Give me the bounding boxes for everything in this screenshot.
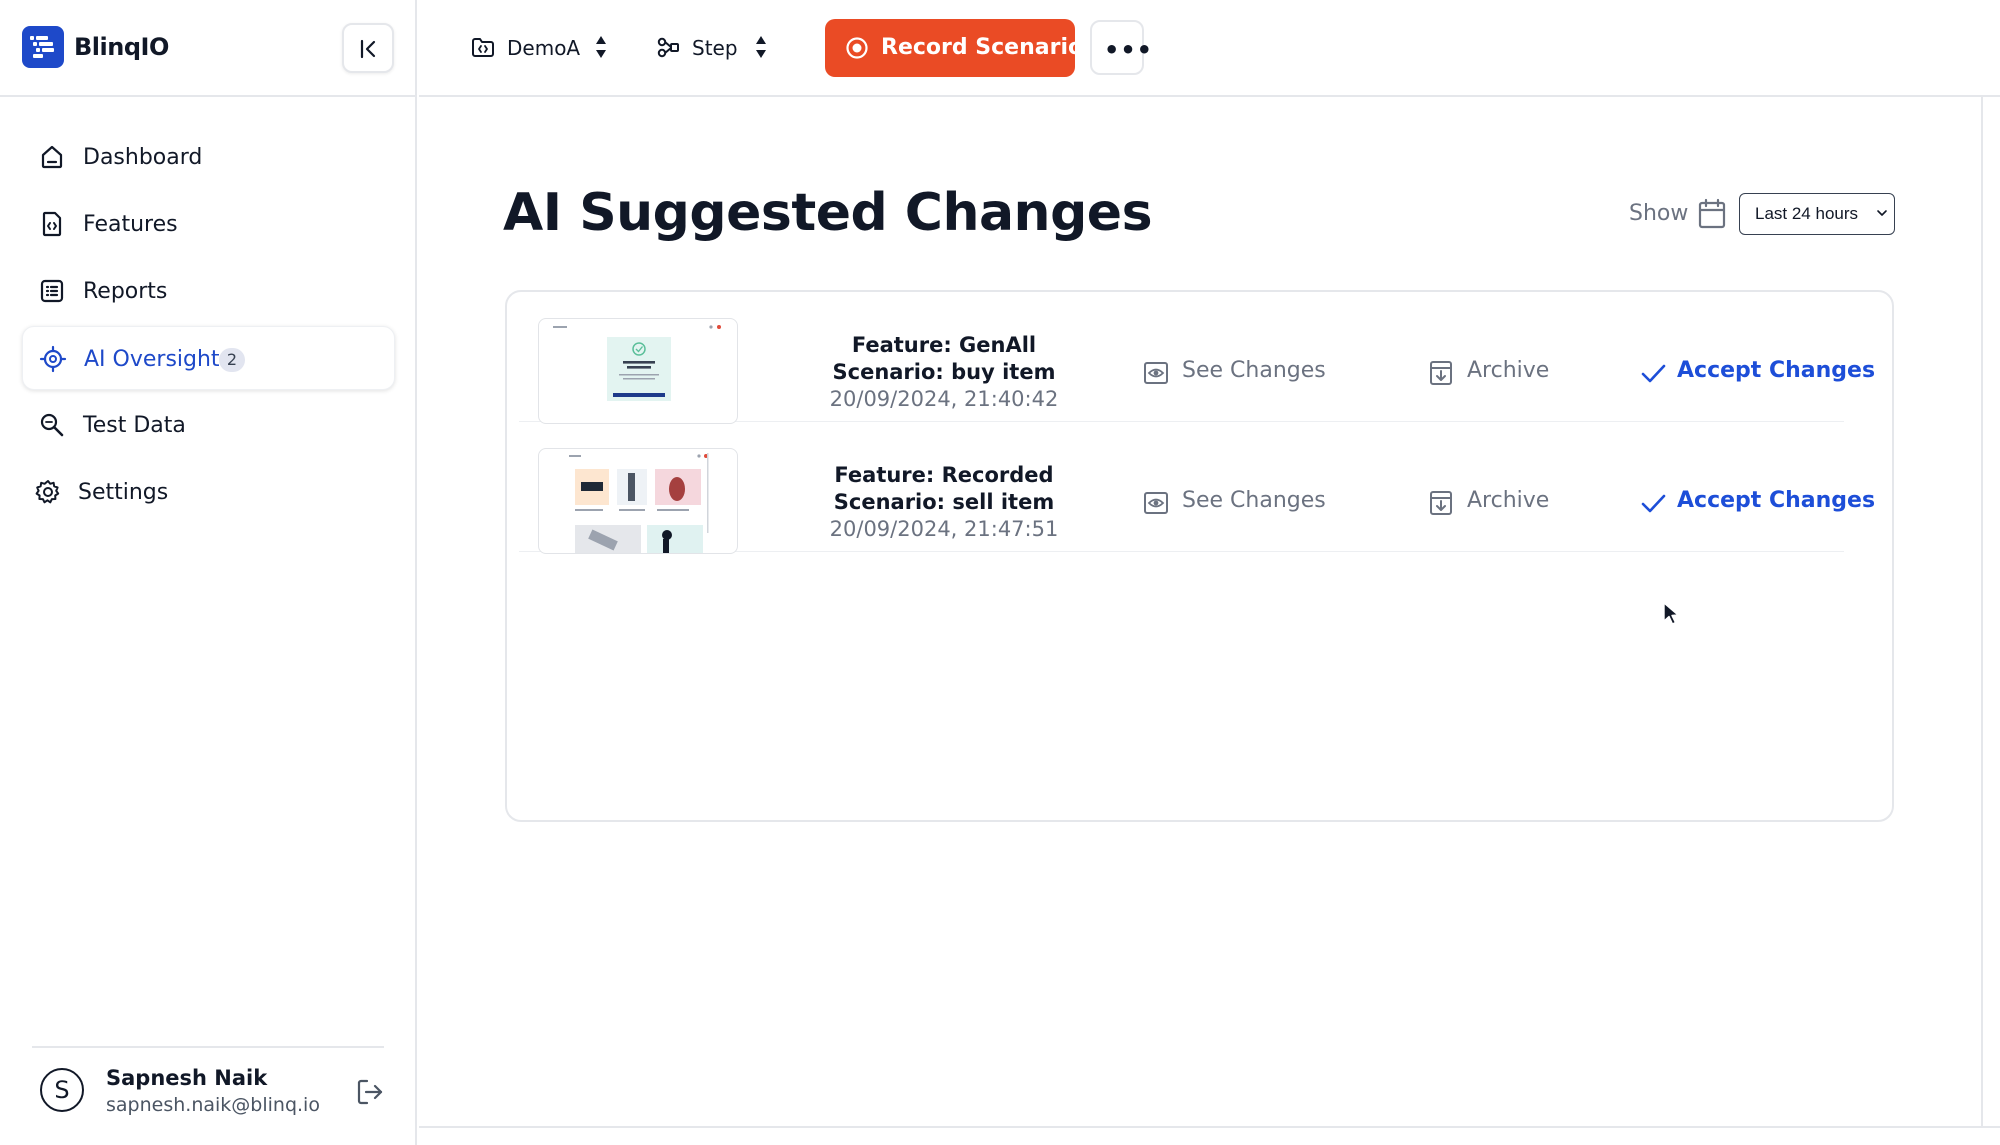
sidebar-item-dashboard[interactable]: Dashboard [22,125,395,189]
mode-label: Step [692,36,738,60]
more-options-button[interactable]: ••• [1090,20,1152,75]
gear-icon [35,480,60,504]
collapse-sidebar-button[interactable] [342,23,394,73]
notification-badge: 2 [219,348,245,372]
sidebar-item-ai-oversight[interactable]: AI Oversight 2 [22,326,395,390]
eye-icon [1144,492,1168,514]
project-label: DemoA [507,36,581,60]
table-row: Feature: Recorded Scenario: sell item 20… [519,422,1875,554]
eye-icon [1144,362,1168,384]
sidebar-item-test-data[interactable]: Test Data [22,393,395,457]
chevron-up-down-icon [756,36,766,58]
order-confirmation-preview-icon [553,325,721,401]
sidebar-item-label: Features [83,212,178,237]
row-details: Feature: Recorded Scenario: sell item 20… [779,462,1109,543]
feature-name: Feature: GenAll [851,333,1037,357]
sidebar-item-label: Reports [83,279,168,304]
sidebar: BlinqIO Dashboard Features Reports AI Ov… [0,0,417,1145]
mode-selector[interactable]: Step [656,30,786,66]
avatar[interactable]: S [40,1068,84,1112]
list-icon [40,279,64,303]
screenshot-thumbnail[interactable] [538,448,738,554]
sidebar-item-settings[interactable]: Settings [22,460,395,524]
top-bar: DemoA Step Record Scenario ••• [419,0,2000,97]
product-grid-preview-icon [569,453,709,553]
timestamp: 20/09/2024, 21:47:51 [829,517,1059,541]
check-icon [1641,494,1666,513]
table-row: Feature: GenAll Scenario: buy item 20/09… [519,292,1875,424]
page-title: AI Suggested Changes [503,183,1153,243]
row-details: Feature: GenAll Scenario: buy item 20/09… [779,332,1109,413]
home-icon [41,145,63,169]
suggested-changes-card: Feature: GenAll Scenario: buy item 20/09… [505,290,1894,822]
calendar-icon[interactable] [1697,198,1727,230]
divider [419,1126,2000,1128]
time-range-select[interactable]: Last 24 hours [1739,193,1895,235]
show-label: Show [1629,201,1689,226]
sidebar-item-reports[interactable]: Reports [22,259,395,323]
brand-header: BlinqIO [0,0,417,97]
accept-changes-label: Accept Changes [1677,358,1876,383]
sidebar-item-features[interactable]: Features [22,192,395,256]
record-scenario-label: Record Scenario [881,35,1084,60]
mouse-cursor-icon [1663,602,1679,625]
record-icon [846,37,868,59]
user-email: sapnesh.naik@blinq.io [106,1094,320,1116]
scenario-name: Scenario: buy item [832,360,1056,384]
divider [32,1046,384,1048]
archive-icon [1430,361,1452,385]
chevron-up-down-icon [596,36,606,58]
project-selector[interactable]: DemoA [470,30,620,66]
sidebar-item-label: AI Oversight [84,347,220,372]
logout-icon[interactable] [354,1076,386,1108]
check-icon [1641,364,1666,383]
user-name: Sapnesh Naik [106,1066,268,1090]
app-name: BlinqIO [74,33,169,61]
scenario-name: Scenario: sell item [833,490,1055,514]
search-data-icon [40,413,64,437]
blinqio-logo[interactable] [22,26,64,68]
archive-label: Archive [1467,358,1550,383]
sidebar-nav: Dashboard Features Reports AI Oversight … [22,125,395,527]
collapse-left-icon [360,39,376,59]
screenshot-thumbnail[interactable] [538,318,738,424]
file-code-icon [42,211,62,237]
chevron-down-icon [1877,210,1887,216]
record-scenario-button[interactable]: Record Scenario [825,19,1083,77]
see-changes-label: See Changes [1182,358,1326,383]
archive-icon [1430,491,1452,515]
more-icon: ••• [1104,36,1154,64]
project-icon [472,38,494,57]
sidebar-item-label: Settings [78,480,169,505]
sidebar-item-label: Test Data [83,413,186,438]
time-range-value: Last 24 hours [1755,204,1859,223]
timestamp: 20/09/2024, 21:40:42 [829,387,1059,411]
step-icon [657,37,679,58]
divider [1981,97,1983,1127]
feature-name: Feature: Recorded [834,463,1054,487]
see-changes-label: See Changes [1182,488,1326,513]
sidebar-item-label: Dashboard [83,145,203,170]
accept-changes-label: Accept Changes [1677,488,1876,513]
archive-label: Archive [1467,488,1550,513]
ai-chip-icon [39,345,67,373]
